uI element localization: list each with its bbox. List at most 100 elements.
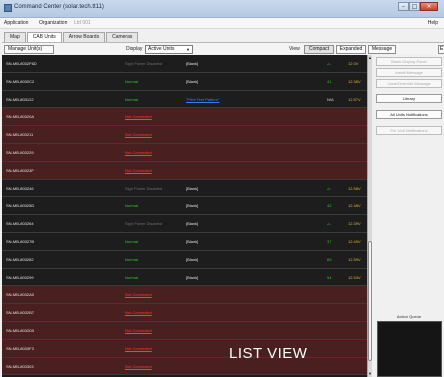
unit-message: [Blank] bbox=[186, 256, 199, 262]
unit-battery: 12.58V bbox=[348, 185, 361, 191]
maximize-button[interactable]: □ bbox=[409, 2, 420, 11]
unit-signal: ٹ bbox=[327, 221, 331, 227]
menu-organization[interactable]: Organization bbox=[39, 20, 67, 27]
display-label: Display bbox=[126, 46, 143, 52]
unit-id: SN-MB-803122 bbox=[6, 96, 34, 102]
edge-button[interactable]: E bbox=[438, 45, 444, 54]
unit-id: SN-MB-80323F bbox=[6, 167, 34, 173]
unit-row[interactable]: SN-MB-803211 Not Connected bbox=[2, 126, 367, 144]
unit-row[interactable]: SN-MB-803264 Sign Power Disabled [Blank] ٹ 1… bbox=[2, 215, 367, 233]
tab-map[interactable]: Map bbox=[4, 32, 26, 42]
unit-id: SN-MB-8032A0 bbox=[6, 292, 35, 298]
view-label: View bbox=[289, 46, 300, 52]
window-title: Command Center (solar.tech.tt11) bbox=[14, 4, 104, 10]
main-tabs: Map CAB Units Arrow Boards Cameras bbox=[4, 32, 139, 42]
unit-signal: 42 bbox=[327, 203, 332, 209]
unit-id: SN-MB-80320A bbox=[6, 114, 35, 120]
unit-row[interactable]: SN-MB-803282 Normal [Blank] 69 12.59V bbox=[2, 250, 367, 269]
unit-status: Sign Power Disabled bbox=[125, 221, 163, 227]
unit-battery: 12.0V bbox=[348, 61, 359, 66]
action-queue-label: Action Queue bbox=[396, 314, 422, 319]
unit-row[interactable]: SN-MB-803229 Not Connected bbox=[2, 144, 367, 162]
unit-status: Not Connected bbox=[125, 310, 152, 316]
unit-id: SN-MB-803211 bbox=[6, 132, 34, 138]
unit-id: SN-MB-803264 bbox=[6, 221, 34, 227]
view-compact-button[interactable]: Compact bbox=[304, 45, 334, 54]
unit-status: Not Connected bbox=[125, 292, 152, 298]
unit-battery: 12.38V bbox=[348, 78, 361, 84]
menu-application[interactable]: Application bbox=[4, 20, 28, 27]
clear-override-message-button[interactable]: Clear/Override Message bbox=[376, 79, 442, 88]
unit-row[interactable]: SN-MB-80327B Normal [Blank] 37 12.49V bbox=[2, 233, 367, 251]
view-message-button[interactable]: Message bbox=[368, 45, 396, 54]
unit-id: SN-MB-803246 bbox=[6, 185, 34, 191]
per-unit-notifications-button[interactable]: Per Unit Notifications bbox=[376, 126, 442, 135]
unit-row[interactable]: SN-MB-80325D Normal [Blank] 42 12.48V bbox=[2, 197, 367, 216]
unit-battery: 12.53V bbox=[348, 274, 361, 280]
unit-id: SN-MB-803303 bbox=[6, 363, 34, 369]
library-button[interactable]: Library bbox=[376, 94, 442, 103]
manage-units-button[interactable]: Manage Unit(s) bbox=[4, 45, 54, 54]
scroll-thumb[interactable] bbox=[368, 241, 372, 361]
unit-row[interactable]: SN-MB-8032B7 Not Connected bbox=[2, 304, 367, 322]
unit-row[interactable]: SN-MB-8032D5 Not Connected bbox=[2, 322, 367, 340]
unit-row[interactable]: SN-MB-803303 Not Connected bbox=[2, 357, 367, 376]
blank-display-panel-button[interactable]: Blank Display Panel bbox=[376, 57, 442, 66]
unit-row[interactable]: SN-MB-803122 Normal "Print Test Pattern" N/… bbox=[2, 90, 367, 109]
unit-row[interactable]: SN-MB-803299 Normal [Blank] 54 12.53V bbox=[2, 268, 367, 287]
menu-ltd[interactable]: Ltd 001 bbox=[74, 20, 91, 27]
unit-row[interactable]: SN-MB-8032A0 Not Connected bbox=[2, 286, 367, 305]
unit-id: SN-MB-80325D bbox=[6, 203, 35, 209]
install-message-button[interactable]: Install Message bbox=[376, 68, 442, 77]
chevron-down-icon: ▼ bbox=[186, 47, 190, 52]
unit-signal: 54 bbox=[327, 274, 332, 280]
unit-status: Not Connected bbox=[125, 363, 152, 369]
unit-id: SN-MB-8032F6D bbox=[6, 61, 37, 66]
minimize-button[interactable]: – bbox=[398, 2, 409, 11]
unit-status: Not Connected bbox=[125, 167, 152, 173]
list-scrollbar[interactable]: ▲ ▼ bbox=[367, 55, 372, 377]
unit-status: Not Connected bbox=[125, 328, 152, 333]
unit-message: [Blank] bbox=[186, 221, 199, 227]
app-icon bbox=[4, 4, 12, 12]
unit-message: [Blank] bbox=[186, 78, 199, 84]
unit-status: Sign Power Disabled bbox=[125, 185, 163, 191]
unit-message: [Blank] bbox=[186, 61, 199, 66]
app-window: Command Center (solar.tech.tt11) – □ ✕ A… bbox=[0, 0, 444, 377]
unit-id: SN-MB-8032B7 bbox=[6, 310, 35, 316]
unit-status: Not Connected bbox=[125, 132, 152, 138]
unit-status: Not Connected bbox=[125, 114, 152, 120]
view-expanded-button[interactable]: Expanded bbox=[336, 45, 366, 54]
unit-id: SN-MB-803299 bbox=[6, 274, 34, 280]
unit-row[interactable]: SN-MB-80323F Not Connected bbox=[2, 161, 367, 180]
unit-row[interactable]: SN-MB-803246 Sign Power Disabled [Blank] ٹ 1… bbox=[2, 179, 367, 198]
display-select[interactable]: Active Units ▼ bbox=[145, 45, 193, 54]
unit-signal: ٹ bbox=[327, 61, 331, 66]
unit-message[interactable]: "Print Test Pattern" bbox=[186, 97, 219, 102]
unit-row[interactable]: SN-MB-8032F6D Sign Power Disabled [Blank] ٹ… bbox=[2, 55, 367, 73]
menu-help[interactable]: Help bbox=[428, 20, 438, 27]
close-button[interactable]: ✕ bbox=[420, 2, 438, 11]
scroll-up-icon[interactable]: ▲ bbox=[368, 55, 372, 61]
unit-row[interactable]: SN-MB-8030C2 Normal [Blank] 41 12.38V bbox=[2, 72, 367, 91]
unit-id: SN-MB-803229 bbox=[6, 150, 34, 155]
all-units-notifications-button[interactable]: All Units Notifications bbox=[376, 110, 442, 119]
unit-message: [Blank] bbox=[186, 203, 199, 209]
unit-status: Not Connected bbox=[125, 345, 152, 351]
unit-status: Not Connected bbox=[125, 150, 152, 155]
scroll-down-icon[interactable]: ▼ bbox=[368, 371, 372, 377]
tab-arrow-boards[interactable]: Arrow Boards bbox=[62, 32, 106, 42]
unit-row[interactable]: SN-MB-8033F3 Not Connected bbox=[2, 339, 367, 358]
unit-list[interactable]: SN-MB-8032F6D Sign Power Disabled [Blank] ٹ… bbox=[2, 55, 367, 377]
display-select-value: Active Units bbox=[148, 46, 175, 52]
unit-signal: N/A bbox=[327, 96, 334, 102]
list-view-caption: LIST VIEW bbox=[229, 345, 308, 362]
title-bar[interactable]: Command Center (solar.tech.tt11) – □ ✕ bbox=[0, 0, 444, 18]
tab-cab-units[interactable]: CAB Units bbox=[26, 32, 62, 42]
unit-battery: 12.59V bbox=[348, 256, 361, 262]
tab-cameras[interactable]: Cameras bbox=[106, 32, 139, 42]
unit-status: Normal bbox=[125, 239, 138, 244]
unit-row[interactable]: SN-MB-80320A Not Connected bbox=[2, 108, 367, 127]
unit-status: Sign Power Disabled bbox=[125, 61, 163, 66]
unit-signal: 37 bbox=[327, 239, 332, 244]
